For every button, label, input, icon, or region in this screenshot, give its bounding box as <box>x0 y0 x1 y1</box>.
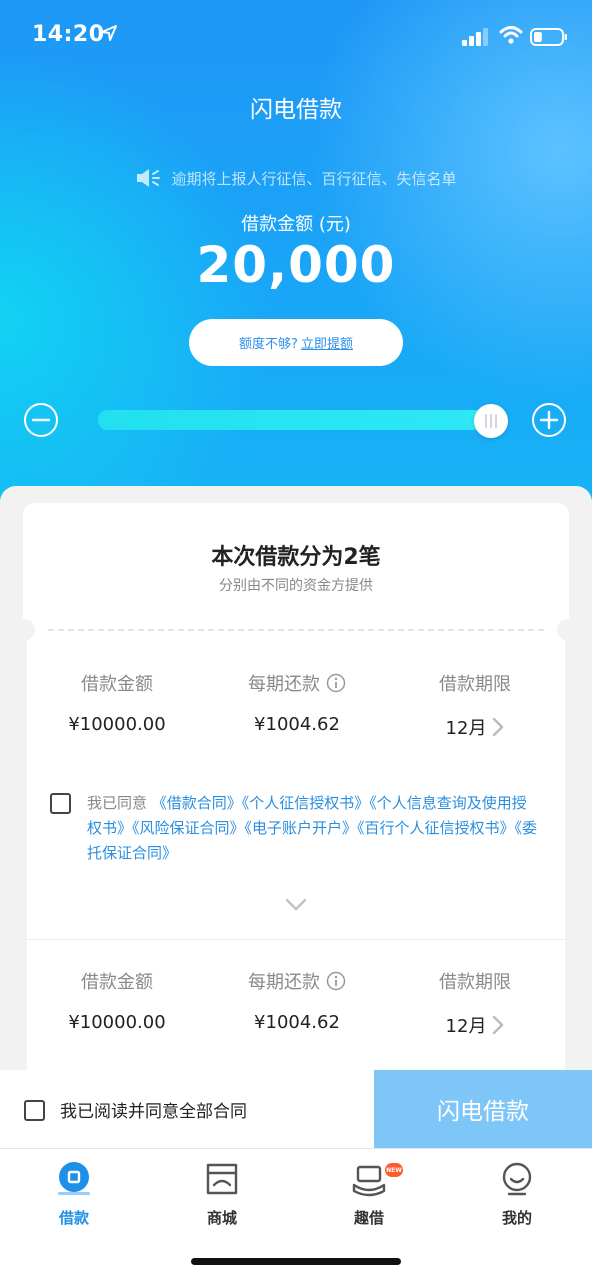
fun-loan-icon <box>352 1165 386 1197</box>
split-title: 本次借款分为2笔 <box>211 545 381 570</box>
term-header: 借款期限 <box>439 674 511 695</box>
loan-row: 借款金额 每期还款 借款期限 ¥10000.00 ¥1004.62 12月 <box>27 968 565 1048</box>
battery-icon <box>530 28 567 46</box>
grip-line-icon <box>495 414 497 428</box>
agreement-prefix: 我已同意 <box>87 794 148 812</box>
term-header: 借款期限 <box>439 972 511 993</box>
signal-icon <box>462 28 488 46</box>
split-card-header: 本次借款分为2笔 分别由不同的资金方提供 <box>23 503 569 629</box>
loan-icon <box>58 1162 90 1195</box>
raise-limit-button[interactable]: 额度不够? 立即提额 <box>189 319 403 366</box>
tab-label: 我的 <box>501 1209 532 1227</box>
tab-shop[interactable]: 商城 <box>172 1161 272 1231</box>
loan-amount-header: 借款金额 <box>81 674 153 695</box>
repay-value: ¥1004.62 <box>254 714 340 735</box>
profile-icon <box>502 1162 532 1196</box>
agreement-checkbox[interactable] <box>50 793 71 814</box>
wifi-icon <box>499 26 523 44</box>
info-icon[interactable] <box>326 971 346 991</box>
status-bar: 14:20 <box>0 0 592 70</box>
term-selector[interactable]: 12月 <box>385 1012 565 1038</box>
amount-slider-fill <box>98 410 490 430</box>
split-subtitle: 分别由不同的资金方提供 <box>219 578 373 594</box>
ticket-notch-left <box>13 619 35 641</box>
page-title: 闪电借款 <box>250 97 342 123</box>
chevron-right-icon <box>493 1015 504 1035</box>
tab-fun-loan[interactable]: NEW 趣借 <box>319 1161 419 1231</box>
new-badge: NEW <box>385 1163 403 1177</box>
flash-loan-button[interactable]: 闪电借款 <box>374 1070 592 1148</box>
loan-row: 借款金额 每期还款 借款期限 ¥10000.00 ¥1004.62 12月 <box>27 670 565 750</box>
notice-text: 逾期将上报人行征信、百行征信、失信名单 <box>171 169 457 188</box>
info-icon[interactable] <box>326 673 346 693</box>
raise-limit-link[interactable]: 立即提额 <box>301 333 353 352</box>
loan-amount-header: 借款金额 <box>81 972 153 993</box>
amount-slider-thumb[interactable] <box>474 404 508 438</box>
tab-label: 商城 <box>206 1209 237 1227</box>
tab-label: 借款 <box>58 1209 89 1227</box>
chevron-down-icon[interactable] <box>284 897 308 913</box>
tab-profile[interactable]: 我的 <box>467 1161 567 1231</box>
repay-header: 每期还款 <box>207 670 387 696</box>
dashed-divider <box>48 629 544 631</box>
term-selector[interactable]: 12月 <box>385 714 565 740</box>
grip-line-icon <box>485 414 487 428</box>
minus-circle-icon[interactable] <box>23 402 59 438</box>
repay-header: 每期还款 <box>207 968 387 994</box>
ticket-notch-right <box>557 619 579 641</box>
status-time: 14:20 <box>32 22 105 47</box>
amount-slider-track[interactable] <box>98 410 506 430</box>
agreement-links[interactable]: 《借款合同》《个人征信授权书》《个人信息查询及使用授权书》《风险保证合同》《电子… <box>87 794 537 862</box>
home-indicator <box>191 1258 401 1265</box>
tab-label: 趣借 <box>353 1209 384 1227</box>
shop-icon <box>206 1163 238 1195</box>
location-arrow-icon <box>101 25 117 41</box>
agreement-text: 我已同意 《借款合同》《个人征信授权书》《个人信息查询及使用授权书》《风险保证合… <box>87 791 537 866</box>
loan-amount-value: ¥10000.00 <box>68 1012 166 1033</box>
amount-value: 20,000 <box>196 236 396 294</box>
loan-amount-value: ¥10000.00 <box>68 714 166 735</box>
agree-all-checkbox[interactable] <box>24 1100 45 1121</box>
agree-all-label[interactable]: 我已阅读并同意全部合同 <box>60 1097 247 1122</box>
raise-prompt: 额度不够? <box>239 337 298 352</box>
plus-circle-icon[interactable] <box>531 402 567 438</box>
repay-value: ¥1004.62 <box>254 1012 340 1033</box>
chevron-right-icon <box>493 717 504 737</box>
row-divider <box>27 939 565 940</box>
grip-line-icon <box>490 414 492 428</box>
hero-section: 14:20 闪电借款 逾期将上报人行征信、百行征信、失信名单 借款金额 (元) <box>0 0 592 500</box>
overdue-notice: 逾期将上报人行征信、百行征信、失信名单 <box>0 166 592 190</box>
amount-label: 借款金额 (元) <box>241 214 351 235</box>
speaker-icon <box>137 169 161 187</box>
tab-loan[interactable]: 借款 <box>24 1161 124 1231</box>
